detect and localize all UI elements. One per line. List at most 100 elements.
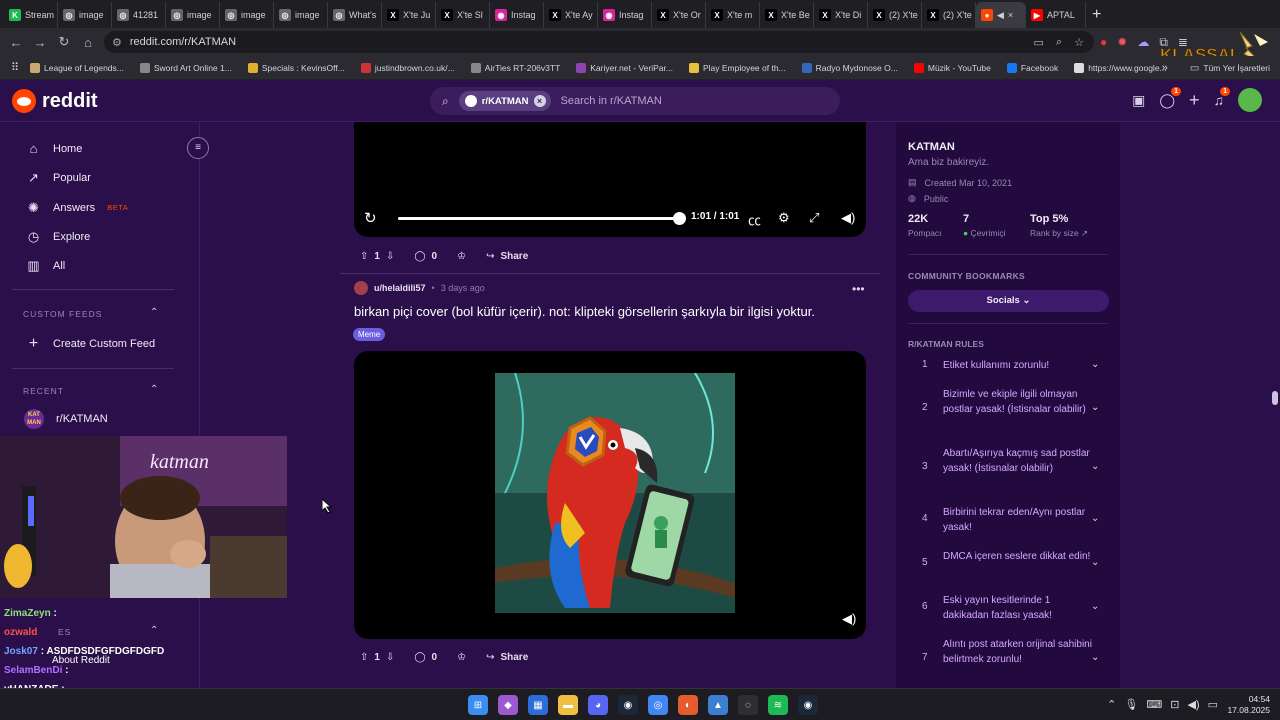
steam2-icon[interactable]: ◉: [798, 695, 818, 715]
create-custom-feed[interactable]: + Create Custom Feed: [26, 336, 155, 352]
chevron-down-icon[interactable]: ⌄: [1091, 557, 1099, 568]
scrollbar-thumb[interactable]: [1272, 391, 1278, 405]
chevron-up-icon[interactable]: ⌃: [150, 307, 158, 318]
browser-tab[interactable]: ◎ image: [166, 2, 220, 28]
about-reddit-link[interactable]: About Reddit: [52, 655, 110, 666]
bookmark-item[interactable]: AirTies RT-206v3TT: [470, 62, 560, 73]
downvote-icon[interactable]: ⇩: [386, 251, 394, 262]
progress-track[interactable]: [398, 217, 680, 220]
bookmark-item[interactable]: Play Employee of th...: [688, 62, 786, 73]
advertise-icon[interactable]: ▣: [1132, 92, 1145, 109]
bookmark-item[interactable]: League of Legends...: [30, 62, 124, 73]
more-options-icon[interactable]: •••: [852, 282, 865, 296]
sidebar-item-popular[interactable]: ↗ Popular: [26, 170, 91, 185]
create-post-icon[interactable]: +: [1189, 90, 1200, 111]
bookmark-item[interactable]: Specials : KevinsOff...: [247, 62, 345, 73]
collapse-sidebar-button[interactable]: ≡: [187, 137, 209, 159]
recent-heading[interactable]: RECENT: [23, 386, 64, 396]
photos-icon[interactable]: ▲: [708, 695, 728, 715]
search-bar[interactable]: ⌕ r/KATMAN × Search in r/KATMAN: [430, 87, 840, 115]
browser-tab[interactable]: ◉ Instag: [598, 2, 652, 28]
share-button[interactable]: ↪ Share: [480, 647, 534, 667]
fullscreen-icon[interactable]: ⤢: [809, 210, 819, 226]
bookmark-item[interactable]: Sword Art Online 1...: [139, 62, 232, 73]
apps-grid-icon[interactable]: ⠿: [0, 61, 30, 74]
explorer-icon[interactable]: ▬: [558, 695, 578, 715]
speaker-icon[interactable]: ◀): [1187, 698, 1199, 711]
share-button[interactable]: ↪ Share: [480, 246, 534, 266]
copilot-icon[interactable]: ◆: [498, 695, 518, 715]
browser-tab[interactable]: ◎ image: [274, 2, 328, 28]
new-tab-icon[interactable]: +: [1092, 2, 1101, 28]
upvote-icon[interactable]: ⇧: [360, 251, 368, 262]
chevron-down-icon[interactable]: ⌄: [1091, 601, 1099, 612]
socials-dropdown[interactable]: Socials ⌄: [908, 290, 1109, 312]
browser-tab[interactable]: ◎ image: [58, 2, 112, 28]
files-icon[interactable]: ▦: [528, 695, 548, 715]
bookmark-item[interactable]: Facebook: [1006, 62, 1058, 73]
back-icon[interactable]: ←: [4, 35, 28, 50]
volume-icon[interactable]: ◀): [842, 611, 856, 627]
cast-icon[interactable]: ▭: [1034, 36, 1044, 49]
network-icon[interactable]: ⊡: [1170, 698, 1179, 711]
zoom-icon[interactable]: ⌕: [1056, 36, 1062, 49]
obs-icon[interactable]: ◌: [738, 695, 758, 715]
extension-red-icon[interactable]: ●: [1100, 35, 1107, 49]
microphone-icon[interactable]: 🎙: [1124, 698, 1138, 711]
chrome-icon[interactable]: ◎: [648, 695, 668, 715]
spotify-icon[interactable]: ≋: [768, 695, 788, 715]
search-community-chip[interactable]: r/KATMAN ×: [458, 91, 551, 111]
bookmark-item[interactable]: Kariyer.net - VeriPar...: [576, 62, 673, 73]
chat-icon[interactable]: ◯ 1: [1159, 86, 1181, 109]
video-player-2[interactable]: ◀): [354, 351, 866, 639]
chevron-down-icon[interactable]: ⌄: [1091, 359, 1099, 370]
start-icon[interactable]: ⊞: [468, 695, 488, 715]
battery-icon[interactable]: ▭: [1208, 698, 1218, 711]
bookmark-item[interactable]: Radyo Mydonose O...: [801, 62, 898, 73]
chevron-up-icon[interactable]: ⌃: [1107, 698, 1116, 711]
replay-icon[interactable]: ↻: [364, 209, 377, 227]
chip-remove-icon[interactable]: ×: [533, 95, 546, 107]
discord-icon[interactable]: ◕: [588, 695, 608, 715]
browser-tab[interactable]: X X'te Ay: [544, 2, 598, 28]
resources-heading[interactable]: ES: [58, 627, 71, 637]
custom-feeds-heading[interactable]: CUSTOM FEEDS: [23, 309, 102, 319]
downvote-icon[interactable]: ⇩: [386, 652, 394, 663]
browser-tab[interactable]: ◉ Instag: [490, 2, 544, 28]
extension-fox-icon[interactable]: ✹: [1117, 35, 1127, 49]
home-icon[interactable]: ⌂: [76, 35, 100, 50]
bookmark-item[interactable]: justindbrown.co.uk/...: [360, 62, 455, 73]
all-bookmarks-folder[interactable]: Tüm Yer İşaretleri: [1203, 63, 1270, 73]
more-bookmarks-icon[interactable]: »: [1162, 62, 1168, 74]
comments-button[interactable]: ◯ 0: [408, 647, 443, 667]
browser-tab[interactable]: X X'te Be: [760, 2, 814, 28]
rank-label[interactable]: Rank by size ↗: [1030, 228, 1088, 239]
sidebar-item-answers[interactable]: ✺ Answers BETA: [26, 200, 128, 215]
recent-item-katman[interactable]: KAT MAN r/KATMAN: [24, 409, 108, 429]
browser-tab[interactable]: ◎ 41281: [112, 2, 166, 28]
bookmark-item[interactable]: Müzik - YouTube: [913, 62, 991, 73]
post-title[interactable]: birkan piçi cover (bol küfür içerir). no…: [354, 304, 815, 319]
sidebar-item-all[interactable]: ▥ All: [26, 258, 65, 273]
chevron-down-icon[interactable]: ⌄: [1091, 513, 1099, 524]
browser-tab[interactable]: K Stream: [4, 2, 58, 28]
tab-audio-icon[interactable]: ◀: [997, 10, 1004, 21]
keyboard-icon[interactable]: ⌨: [1146, 698, 1162, 711]
page-scrollbar[interactable]: [1270, 122, 1280, 688]
browser-tab[interactable]: ◎ image: [220, 2, 274, 28]
bookmark-item[interactable]: https://www.google...: [1074, 62, 1167, 73]
browser-tab[interactable]: X X'te Di: [814, 2, 868, 28]
video-player-1[interactable]: ↻ 1:01 / 1:01 ㏄ ⚙ ⤢ ◀): [354, 122, 866, 237]
bookmark-star-icon[interactable]: ☆: [1074, 36, 1084, 49]
firefox-icon[interactable]: ◐: [678, 695, 698, 715]
chevron-up-icon[interactable]: ⌃: [150, 625, 158, 636]
award-button[interactable]: ♔: [451, 647, 472, 667]
tab-close-icon[interactable]: ×: [1008, 10, 1013, 20]
steam-icon[interactable]: ◉: [618, 695, 638, 715]
volume-icon[interactable]: ◀): [841, 210, 855, 226]
award-button[interactable]: ♔: [451, 246, 472, 266]
sidebar-item-explore[interactable]: ◷ Explore: [26, 229, 90, 244]
browser-tab[interactable]: X X'te Ju: [382, 2, 436, 28]
post-author[interactable]: u/helaldili57: [374, 283, 426, 293]
browser-tab[interactable]: X (2) X'te: [868, 2, 922, 28]
